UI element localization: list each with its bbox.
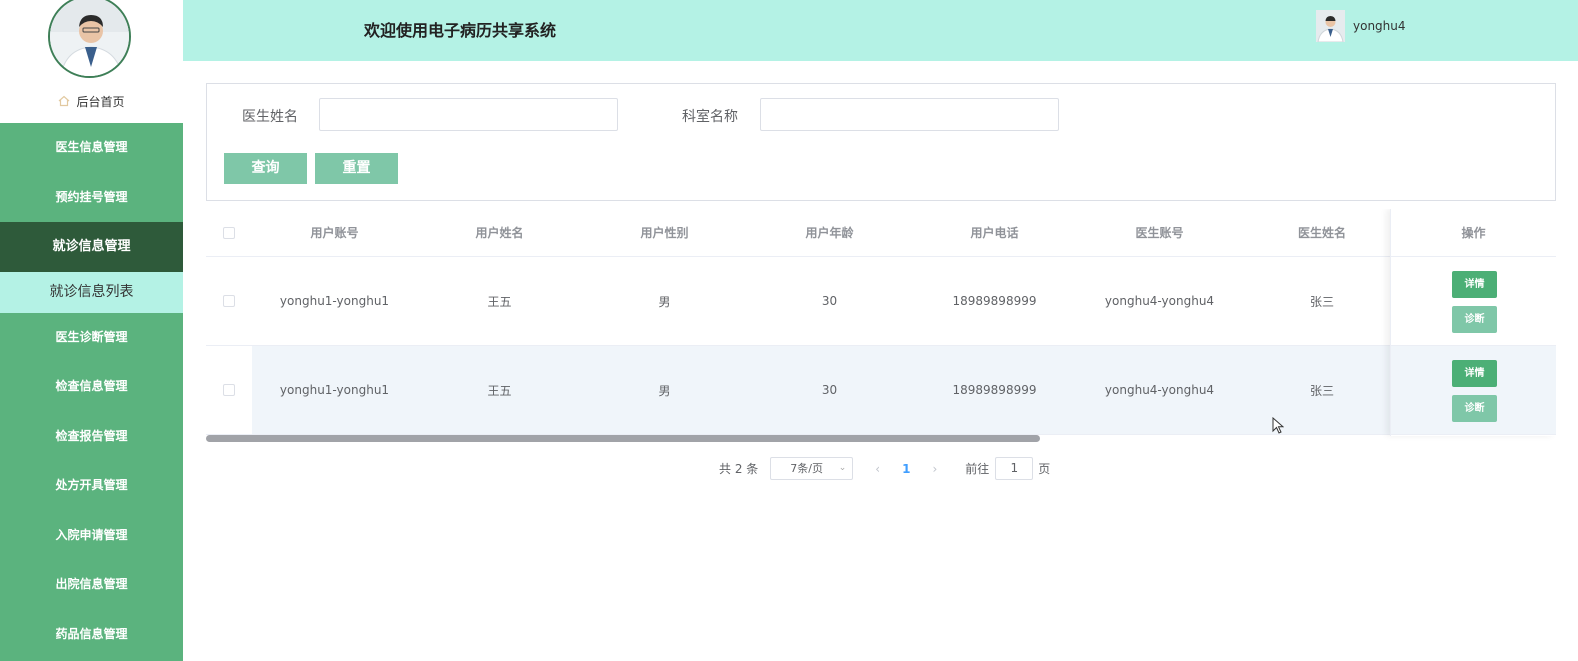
table-row: yonghu1-yonghu1 王五 男 30 18989898999 yong… bbox=[206, 346, 1556, 435]
table-cell: 王五 bbox=[487, 294, 512, 309]
sidebar-item-exam-report[interactable]: 检查报告管理 bbox=[0, 412, 183, 462]
query-button[interactable]: 查询 bbox=[224, 153, 307, 184]
column-header[interactable]: 用户姓名 bbox=[417, 209, 582, 256]
top-header: 欢迎使用电子病历共享系统 yonghu4 bbox=[183, 0, 1578, 61]
table-cell: 18989898999 bbox=[952, 383, 1037, 397]
sidebar-item-appointment[interactable]: 预约挂号管理 bbox=[0, 173, 183, 223]
next-page-icon[interactable]: › bbox=[932, 462, 937, 476]
total-count: 共 2 条 bbox=[719, 462, 759, 476]
sidebar-item-discharge[interactable]: 出院信息管理 bbox=[0, 560, 183, 610]
sidebar-item-diagnosis[interactable]: 医生诊断管理 bbox=[0, 313, 183, 363]
table-cell: 30 bbox=[821, 294, 838, 308]
horizontal-scrollbar[interactable] bbox=[206, 435, 1040, 442]
dept-name-input[interactable] bbox=[760, 98, 1059, 131]
operations-column: 操作 详情 诊断 详情 诊断 bbox=[1390, 209, 1556, 436]
table-row: yonghu1-yonghu1 王五 男 30 18989898999 yong… bbox=[206, 257, 1556, 346]
data-table: 用户账号 用户姓名 用户性别 用户年龄 用户电话 医生账号 医生姓名 yongh… bbox=[206, 209, 1556, 443]
home-icon bbox=[59, 95, 70, 107]
user-avatar[interactable] bbox=[1316, 10, 1345, 42]
diagnose-button[interactable]: 诊断 bbox=[1452, 306, 1497, 333]
table-cell: 张三 bbox=[1309, 294, 1334, 309]
current-page[interactable]: 1 bbox=[902, 462, 910, 476]
page-size-select[interactable]: 7条/页 ⌄ bbox=[770, 457, 854, 480]
sidebar-item-exam-info[interactable]: 检查信息管理 bbox=[0, 362, 183, 412]
column-header[interactable]: 用户年龄 bbox=[747, 209, 912, 256]
sidebar-item-prescription[interactable]: 处方开具管理 bbox=[0, 461, 183, 511]
sidebar-subitem-visit-list[interactable]: 就诊信息列表 bbox=[0, 271, 183, 313]
column-header[interactable]: 医生账号 bbox=[1077, 209, 1242, 256]
column-header[interactable]: 用户账号 bbox=[252, 209, 417, 256]
detail-button[interactable]: 详情 bbox=[1452, 360, 1497, 387]
sidebar-item-visit-info[interactable]: 就诊信息管理 bbox=[0, 222, 183, 272]
sidebar-item-admission[interactable]: 入院申请管理 bbox=[0, 511, 183, 561]
home-link[interactable]: 后台首页 bbox=[0, 93, 183, 110]
column-header[interactable]: 用户性别 bbox=[582, 209, 747, 256]
column-header[interactable]: 用户电话 bbox=[912, 209, 1077, 256]
table-cell: yonghu4-yonghu4 bbox=[1104, 383, 1215, 397]
table-cell: 18989898999 bbox=[952, 294, 1037, 308]
table-cell: 张三 bbox=[1309, 383, 1334, 398]
pagination: 共 2 条 7条/页 ⌄ ‹ 1 › 前往 1 页 bbox=[719, 457, 1050, 480]
goto-label: 前往 bbox=[965, 462, 990, 476]
select-all-checkbox[interactable] bbox=[223, 226, 235, 239]
table-cell: 30 bbox=[821, 383, 838, 397]
sidebar-item-medicine[interactable]: 药品信息管理 bbox=[0, 610, 183, 660]
doctor-name-input[interactable] bbox=[319, 98, 618, 131]
detail-button[interactable]: 详情 bbox=[1452, 271, 1497, 298]
search-panel: 医生姓名 科室名称 查询 重置 bbox=[206, 83, 1556, 201]
page-title: 欢迎使用电子病历共享系统 bbox=[364, 21, 557, 40]
column-header[interactable]: 医生姓名 bbox=[1242, 209, 1402, 256]
reset-button[interactable]: 重置 bbox=[315, 153, 398, 184]
table-cell: yonghu4-yonghu4 bbox=[1104, 294, 1215, 308]
dept-name-label: 科室名称 bbox=[682, 109, 738, 125]
doctor-name-label: 医生姓名 bbox=[242, 109, 298, 125]
table-header: 用户账号 用户姓名 用户性别 用户年龄 用户电话 医生账号 医生姓名 bbox=[206, 209, 1556, 257]
chevron-down-icon: ⌄ bbox=[838, 463, 847, 473]
sidebar-item-doctor-info[interactable]: 医生信息管理 bbox=[0, 123, 183, 173]
prev-page-icon[interactable]: ‹ bbox=[875, 462, 880, 476]
table-cell: 王五 bbox=[487, 383, 512, 398]
column-header-ops: 操作 bbox=[1391, 209, 1556, 257]
user-menu[interactable]: yonghu4 bbox=[1316, 10, 1406, 42]
ops-cell: 详情 诊断 bbox=[1391, 257, 1556, 346]
table-cell: 男 bbox=[658, 383, 671, 398]
sidebar: 后台首页 医生信息管理 预约挂号管理 就诊信息管理 就诊信息列表 医生诊断管理 … bbox=[0, 0, 183, 661]
table-cell: yonghu1-yonghu1 bbox=[279, 294, 390, 308]
avatar bbox=[48, 0, 131, 78]
goto-page-input[interactable]: 1 bbox=[995, 457, 1034, 480]
sidebar-top: 后台首页 bbox=[0, 0, 183, 123]
row-checkbox[interactable] bbox=[223, 295, 235, 307]
mouse-cursor-icon bbox=[1272, 417, 1284, 434]
table-cell: yonghu1-yonghu1 bbox=[279, 383, 390, 397]
page-suffix: 页 bbox=[1038, 462, 1051, 476]
home-link-label: 后台首页 bbox=[76, 95, 125, 109]
username: yonghu4 bbox=[1353, 19, 1406, 33]
page-size-value: 7条/页 bbox=[790, 462, 823, 475]
diagnose-button[interactable]: 诊断 bbox=[1452, 395, 1497, 422]
table-cell: 男 bbox=[658, 294, 671, 309]
ops-cell: 详情 诊断 bbox=[1391, 346, 1556, 435]
row-checkbox[interactable] bbox=[223, 384, 235, 396]
